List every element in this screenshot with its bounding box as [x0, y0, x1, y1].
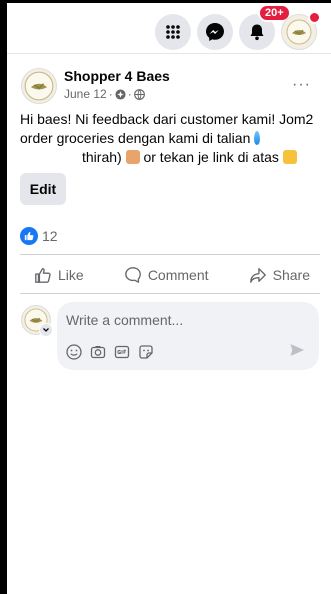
status-dot: [308, 11, 321, 24]
post-author-avatar[interactable]: [21, 68, 57, 104]
actions-divider-bottom: [20, 293, 320, 294]
commenter-switch-button[interactable]: [39, 323, 53, 337]
waving-hand-emoji-icon: [282, 150, 297, 164]
logo-image: [286, 19, 312, 45]
post-meta: June 12 · ·: [64, 87, 145, 101]
post-date[interactable]: June 12: [64, 87, 107, 101]
like-label: Like: [58, 267, 84, 283]
sparkle-dot-icon: [115, 88, 126, 100]
page-logo-image: [24, 71, 54, 101]
post-text-line1: Hi baes! Ni feedback dari customer kami!…: [20, 111, 314, 146]
like-reaction-icon: [20, 227, 38, 245]
camera-icon[interactable]: [90, 344, 106, 360]
comment-input[interactable]: Write a comment...: [57, 302, 319, 370]
comment-tools: [66, 344, 154, 360]
post-author-name[interactable]: Shopper 4 Baes: [64, 68, 170, 84]
nav-divider: [7, 53, 331, 54]
emoji-icon[interactable]: [66, 344, 82, 360]
edit-button[interactable]: Edit: [20, 173, 66, 205]
chevron-down-icon: [42, 326, 50, 334]
actions-divider-top: [20, 254, 320, 255]
comment-label: Comment: [147, 267, 209, 283]
share-label: Share: [272, 267, 310, 283]
gif-icon[interactable]: [114, 344, 130, 360]
reaction-count: 12: [42, 228, 58, 244]
post-actions: Like Comment Share: [20, 258, 320, 292]
sticker-icon[interactable]: [138, 344, 154, 360]
pointing-hand-emoji-icon: [125, 150, 140, 164]
comment-icon: [124, 266, 142, 284]
meta-separator: ·: [108, 87, 113, 101]
drop-emoji-icon: [254, 131, 261, 145]
globe-icon: [133, 88, 145, 100]
comment-placeholder: Write a comment...: [66, 312, 184, 328]
meta-separator-2: ·: [127, 87, 132, 101]
menu-grid-icon: [165, 24, 181, 40]
post-text-line2: thirah): [82, 149, 122, 165]
reactions-summary[interactable]: 12: [20, 227, 58, 245]
send-icon: [289, 342, 305, 358]
thumbs-up-icon: [34, 266, 52, 284]
bell-icon: [248, 23, 266, 41]
left-black-bar: [0, 0, 7, 594]
share-button[interactable]: Share: [249, 266, 310, 284]
send-button[interactable]: [289, 342, 305, 358]
messenger-button[interactable]: [197, 14, 233, 50]
share-icon: [249, 266, 267, 284]
messenger-icon: [205, 22, 225, 42]
menu-button[interactable]: [155, 14, 191, 50]
post-text-line3: or tekan je link di atas: [143, 149, 279, 165]
like-button[interactable]: Like: [34, 266, 84, 284]
post-text: Hi baes! Ni feedback dari customer kami!…: [20, 110, 320, 167]
comment-button[interactable]: Comment: [124, 266, 209, 284]
more-options-button[interactable]: ···: [292, 76, 311, 94]
